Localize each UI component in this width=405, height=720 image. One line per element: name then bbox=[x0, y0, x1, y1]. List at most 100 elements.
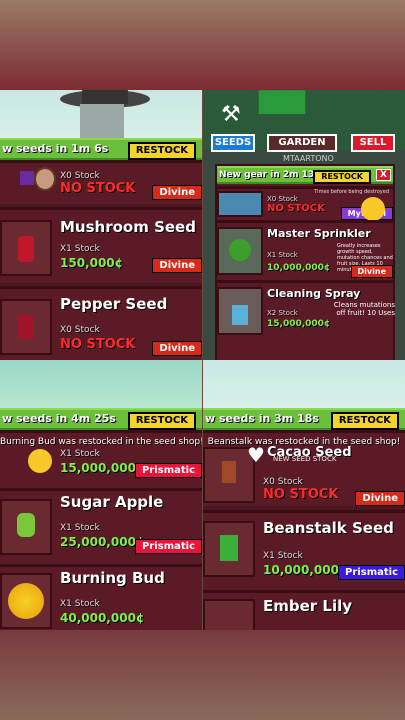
item-stock: X1 Stock bbox=[60, 523, 100, 533]
item-stock: X0 Stock bbox=[60, 325, 100, 335]
panel-seed-shop-bottom-left: w seeds in 4m 25s RESTOCK Burning Bud wa… bbox=[0, 360, 202, 630]
item-stock: X2 Stock bbox=[267, 309, 298, 317]
restock-button[interactable]: RESTOCK bbox=[127, 142, 196, 160]
rarity-badge: Divine bbox=[355, 491, 405, 506]
heart-icon: ♥ bbox=[247, 443, 265, 467]
shop-item[interactable]: X0 Stock NO STOCK Divine bbox=[0, 160, 202, 204]
item-stock: X0 Stock bbox=[267, 195, 298, 203]
item-stock: X1 Stock bbox=[60, 599, 100, 609]
tab-sell[interactable]: SELL bbox=[351, 134, 395, 152]
item-name: Beanstalk Seed bbox=[263, 519, 394, 537]
item-price: 150,000¢ bbox=[60, 256, 124, 270]
item-name: Cleaning Spray bbox=[267, 287, 361, 300]
rarity-badge: Divine bbox=[152, 258, 202, 273]
shop-item[interactable]: Ember Lily bbox=[203, 590, 405, 630]
restock-timer: w seeds in 4m 25s bbox=[2, 412, 116, 425]
shop-item[interactable]: Beanstalk Seed X1 Stock 10,000,000¢ Pris… bbox=[203, 510, 405, 590]
item-price: NO STOCK bbox=[60, 337, 136, 352]
timer-bar: w seeds in 3m 18s RESTOCK bbox=[203, 408, 405, 430]
panel-gear-shop-top-right: ⚒ ███ SEEDS GARDEN SELL MTAARTONO New ge… bbox=[203, 90, 405, 360]
item-price: 25,000,000¢ bbox=[60, 535, 145, 549]
sprinkler-icon bbox=[229, 239, 251, 261]
rarity-badge: Divine bbox=[152, 185, 202, 200]
shop-item[interactable]: Beanstalk was restocked in the seed shop… bbox=[203, 430, 405, 506]
item-stock: X1 Stock bbox=[60, 244, 100, 254]
blurred-top-background bbox=[0, 0, 405, 90]
sky-background bbox=[203, 360, 405, 410]
shop-item[interactable]: Pepper Seed X0 Stock NO STOCK Divine bbox=[0, 286, 202, 360]
sugar-apple-icon bbox=[17, 513, 35, 537]
tab-seeds[interactable]: SEEDS bbox=[211, 134, 255, 152]
burning-bud-icon bbox=[8, 583, 44, 619]
item-thumbnail bbox=[0, 299, 52, 355]
item-name: Pepper Seed bbox=[60, 295, 168, 313]
item-thumbnail bbox=[203, 599, 255, 630]
face-emoji-icon bbox=[34, 167, 56, 191]
item-price: 40,000,000¢ bbox=[60, 611, 145, 625]
timer-bar: w seeds in 1m 6s RESTOCK bbox=[0, 138, 202, 160]
item-thumbnail bbox=[217, 287, 263, 335]
item-thumbnail bbox=[0, 573, 52, 629]
item-name: Burning Bud bbox=[60, 569, 165, 587]
shop-item[interactable]: Mushroom Seed X1 Stock 150,000¢ Divine bbox=[0, 207, 202, 283]
beanstalk-icon bbox=[220, 535, 238, 561]
item-thumbnail bbox=[217, 191, 263, 217]
gear-item[interactable]: Cleaning Spray Cleans mutations off frui… bbox=[217, 280, 395, 360]
laughing-emoji-icon bbox=[361, 197, 385, 221]
gear-shop-popup: New gear in 2m 13s RESTOCK X Times befor… bbox=[215, 164, 395, 360]
header-text: MTAARTONO bbox=[283, 154, 334, 163]
item-price: NO STOCK bbox=[267, 203, 325, 214]
item-price: 10,000,000¢ bbox=[267, 263, 331, 273]
pepper-icon bbox=[18, 315, 34, 339]
rarity-badge: Divine bbox=[152, 341, 202, 356]
item-name: Mushroom Seed bbox=[60, 218, 196, 236]
gear-sign: ███ bbox=[259, 90, 306, 114]
spray-bottle-icon bbox=[232, 305, 248, 325]
seed-icon bbox=[20, 171, 34, 185]
item-name: Ember Lily bbox=[263, 597, 353, 615]
item-desc: Times before being destroyed bbox=[314, 189, 389, 195]
item-stock: X1 Stock bbox=[60, 449, 100, 459]
panel-seed-shop-top-left: w seeds in 1m 6s RESTOCK X0 Stock NO STO… bbox=[0, 90, 202, 360]
rarity-badge: Divine bbox=[350, 265, 393, 278]
item-price: NO STOCK bbox=[263, 487, 339, 502]
item-price: 10,000,000¢ bbox=[263, 563, 348, 577]
mushroom-icon bbox=[18, 236, 34, 262]
restock-button[interactable]: RESTOCK bbox=[313, 170, 371, 184]
restock-timer: w seeds in 3m 18s bbox=[205, 412, 319, 425]
item-thumbnail bbox=[0, 220, 52, 276]
panel-seed-shop-bottom-right: w seeds in 3m 18s RESTOCK Beanstalk was … bbox=[203, 360, 405, 630]
gear-timer: New gear in 2m 13s bbox=[219, 170, 320, 180]
rarity-badge: Prismatic bbox=[135, 463, 202, 478]
item-stock: X1 Stock bbox=[267, 251, 298, 259]
timer-bar: New gear in 2m 13s RESTOCK X bbox=[217, 166, 393, 184]
blurred-bottom-background bbox=[0, 630, 405, 720]
restock-button[interactable]: RESTOCK bbox=[127, 412, 196, 430]
gear-item[interactable]: Master Sprinkler X1 Stock 10,000,000¢ Gr… bbox=[217, 220, 393, 278]
sky-background bbox=[0, 360, 202, 410]
item-thumbnail bbox=[217, 227, 263, 275]
item-price: 15,000,000¢ bbox=[267, 319, 331, 329]
restock-button[interactable]: RESTOCK bbox=[330, 412, 399, 430]
restock-timer: w seeds in 1m 6s bbox=[2, 142, 109, 155]
hammer-wrench-icon[interactable]: ⚒ bbox=[221, 104, 241, 126]
cacao-icon bbox=[222, 461, 236, 483]
rarity-badge: Prismatic bbox=[135, 539, 202, 554]
close-button[interactable]: X bbox=[376, 169, 391, 181]
shop-item[interactable]: Sugar Apple X1 Stock 25,000,000¢ Prismat… bbox=[0, 488, 202, 564]
tab-garden[interactable]: GARDEN bbox=[267, 134, 337, 152]
item-stock: X1 Stock bbox=[263, 551, 303, 561]
item-price: 15,000,000¢ bbox=[60, 461, 145, 475]
item-name: Master Sprinkler bbox=[267, 227, 371, 240]
timer-bar: w seeds in 4m 25s RESTOCK bbox=[0, 408, 202, 430]
dizzy-emoji-icon bbox=[28, 449, 52, 473]
restock-message: Burning Bud was restocked in the seed sh… bbox=[0, 437, 202, 447]
new-stock-text: NEW SEED STOCK bbox=[273, 455, 337, 463]
gear-item[interactable]: Times before being destroyed X0 Stock NO… bbox=[217, 186, 393, 221]
item-thumbnail bbox=[203, 521, 255, 577]
shop-item[interactable]: Burning Bud X1 Stock 40,000,000¢ bbox=[0, 564, 202, 630]
item-desc: Cleans mutations off fruit! 10 Uses bbox=[333, 301, 395, 317]
npc-body bbox=[80, 104, 124, 140]
shop-item[interactable]: Burning Bud was restocked in the seed sh… bbox=[0, 430, 202, 488]
rarity-badge: Prismatic bbox=[338, 565, 405, 580]
